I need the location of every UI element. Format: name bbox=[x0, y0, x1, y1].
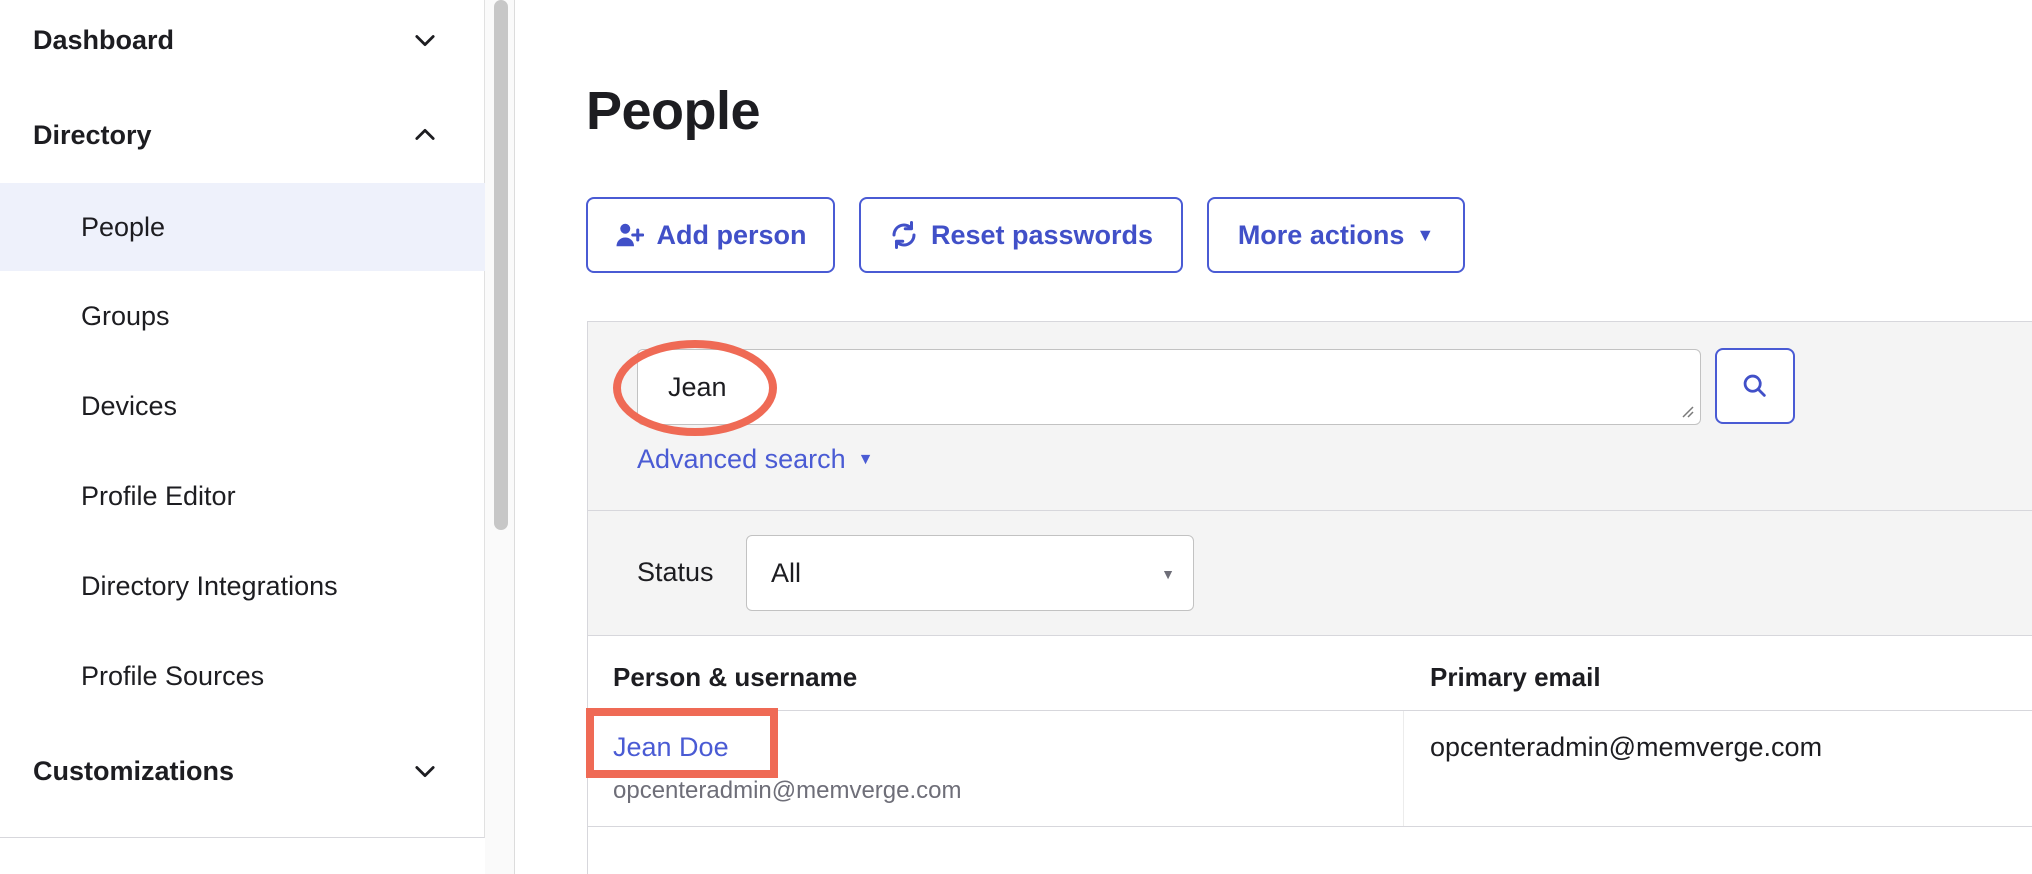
chevron-up-icon bbox=[415, 128, 435, 140]
page-title: People bbox=[586, 81, 761, 141]
search-input-value: Jean bbox=[668, 371, 727, 402]
sidebar-section-label: Directory bbox=[33, 119, 152, 150]
column-header-person[interactable]: Person & username bbox=[613, 662, 857, 693]
status-label: Status bbox=[637, 557, 714, 587]
advanced-search-label: Advanced search bbox=[637, 444, 846, 474]
search-button[interactable] bbox=[1715, 348, 1795, 424]
sidebar-item-profile-sources[interactable]: Profile Sources bbox=[0, 632, 485, 720]
refresh-icon bbox=[892, 221, 916, 249]
column-header-email[interactable]: Primary email bbox=[1430, 662, 1601, 693]
sidebar-item-profile-editor[interactable]: Profile Editor bbox=[0, 452, 485, 540]
sidebar-section-label: Dashboard bbox=[33, 24, 175, 55]
sidebar-item-label: Groups bbox=[81, 300, 170, 331]
reset-passwords-button[interactable]: Reset passwords bbox=[859, 197, 1183, 273]
sidebar-item-label: Directory Integrations bbox=[81, 570, 338, 601]
sidebar-item-label: Devices bbox=[81, 390, 178, 421]
search-icon bbox=[1743, 374, 1766, 397]
resize-grip-icon[interactable] bbox=[1680, 404, 1694, 418]
sidebar-section-label: Customizations bbox=[33, 755, 235, 786]
sidebar-item-label: Profile Sources bbox=[81, 660, 265, 691]
more-actions-button[interactable]: More actions ▼ bbox=[1207, 197, 1465, 273]
filter-area: Status All ▼ bbox=[588, 511, 2032, 636]
divider bbox=[1403, 711, 1404, 826]
status-select[interactable]: All ▼ bbox=[746, 535, 1194, 611]
person-name-link[interactable]: Jean Doe bbox=[613, 732, 729, 763]
status-select-value: All bbox=[771, 557, 802, 588]
reset-passwords-label: Reset passwords bbox=[930, 219, 1154, 250]
sidebar-section-dashboard[interactable]: Dashboard bbox=[0, 2, 485, 78]
add-person-button[interactable]: Add person bbox=[586, 197, 835, 273]
caret-down-icon: ▼ bbox=[1161, 566, 1175, 582]
people-panel: Jean Advanced search ▼ Status All ▼ Pers… bbox=[587, 321, 2032, 874]
divider bbox=[588, 826, 2032, 827]
sidebar-section-directory[interactable]: Directory bbox=[0, 97, 485, 173]
more-actions-label: More actions bbox=[1237, 219, 1405, 250]
chevron-down-icon bbox=[415, 766, 435, 778]
sidebar-item-people[interactable]: People bbox=[0, 183, 485, 271]
person-username: opcenteradmin@memverge.com bbox=[613, 777, 962, 804]
sidebar-item-directory-integrations[interactable]: Directory Integrations bbox=[0, 542, 485, 630]
sidebar: Dashboard Directory People Groups Device… bbox=[0, 0, 485, 838]
sidebar-item-label: Profile Editor bbox=[81, 480, 236, 511]
search-input[interactable]: Jean bbox=[637, 349, 1701, 425]
caret-down-icon: ▼ bbox=[857, 450, 874, 468]
scrollbar-thumb[interactable] bbox=[494, 0, 508, 530]
sidebar-section-customizations[interactable]: Customizations bbox=[0, 733, 485, 809]
divider bbox=[588, 710, 2032, 711]
search-area: Jean Advanced search ▼ bbox=[588, 322, 2032, 511]
chevron-down-icon bbox=[415, 35, 435, 47]
advanced-search-link[interactable]: Advanced search ▼ bbox=[637, 444, 873, 475]
person-email: opcenteradmin@memverge.com bbox=[1430, 732, 1823, 762]
sidebar-item-groups[interactable]: Groups bbox=[0, 272, 485, 360]
sidebar-scrollbar[interactable] bbox=[485, 0, 515, 874]
add-person-label: Add person bbox=[656, 219, 807, 250]
sidebar-item-devices[interactable]: Devices bbox=[0, 362, 485, 450]
caret-down-icon: ▼ bbox=[1416, 224, 1435, 245]
sidebar-item-label: People bbox=[81, 211, 166, 242]
add-person-icon bbox=[616, 223, 645, 247]
